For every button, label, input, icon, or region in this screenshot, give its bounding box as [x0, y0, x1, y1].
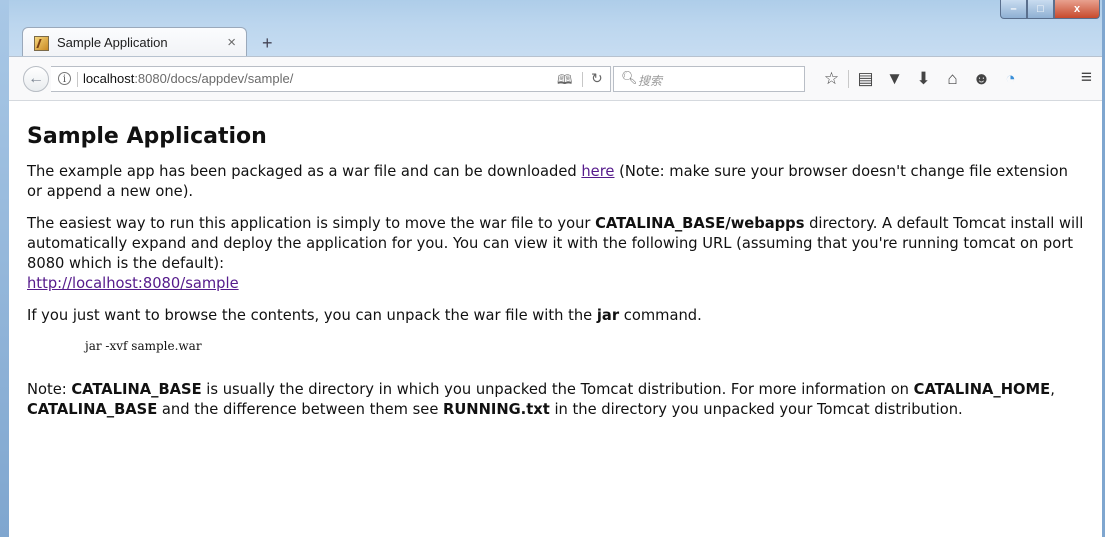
- chat-icon[interactable]: ☻: [967, 67, 996, 91]
- page-content: Sample Application The example app has b…: [27, 122, 1087, 432]
- text: command.: [619, 307, 702, 324]
- url-divider-2: [582, 72, 583, 87]
- close-window-button[interactable]: x: [1054, 0, 1100, 19]
- search-placeholder: 搜索: [638, 74, 663, 88]
- code-block: jar -xvf sample.war: [85, 339, 202, 353]
- reader-view-icon[interactable]: 🕮: [557, 71, 572, 93]
- page-title: Sample Application: [27, 124, 267, 149]
- bold-text: CATALINA_HOME: [913, 381, 1051, 398]
- paragraph-unpack: If you just want to browse the contents,…: [27, 306, 1087, 326]
- window-frame-left: [0, 0, 9, 537]
- text: and the difference between them see: [157, 401, 444, 418]
- bookmarks-list-icon[interactable]: ▤: [851, 67, 880, 91]
- back-icon: ←: [28, 70, 44, 87]
- new-tab-button[interactable]: +: [262, 33, 273, 54]
- sample-url-link[interactable]: http://localhost:8080/sample: [27, 275, 239, 292]
- url-text[interactable]: localhost:8080/docs/appdev/sample/: [83, 71, 293, 86]
- tab-title: Sample Application: [57, 35, 168, 50]
- toolbar-icons: ☆ ▤ ▼ ⬇ ⌂ ☻ ◔: [817, 67, 1025, 91]
- reload-icon[interactable]: ↻: [591, 70, 603, 87]
- search-icon: 🔍︎: [621, 70, 638, 85]
- url-host: localhost: [83, 71, 135, 86]
- text: in the directory you unpacked your Tomca…: [549, 401, 963, 418]
- text: If you just want to browse the contents,…: [27, 307, 597, 324]
- minimize-button[interactable]: –: [1000, 0, 1027, 19]
- text: is usually the directory in which you un…: [201, 381, 914, 398]
- maximize-button[interactable]: □: [1027, 0, 1054, 19]
- tomcat-favicon-icon: [34, 36, 49, 51]
- text: Note:: [27, 381, 72, 398]
- url-bar[interactable]: i localhost:8080/docs/appdev/sample/ 🕮 ↻: [51, 66, 611, 92]
- paragraph-note: Note: CATALINA_BASE is usually the direc…: [27, 380, 1087, 420]
- page-viewport: Sample Application The example app has b…: [9, 101, 1102, 537]
- toolbar-divider: [848, 70, 849, 88]
- bold-text: CATALINA_BASE/webapps: [595, 215, 805, 232]
- navigation-toolbar: ← i localhost:8080/docs/appdev/sample/ 🕮…: [9, 56, 1102, 101]
- text: The easiest way to run this application …: [27, 215, 596, 232]
- pocket-icon[interactable]: ▼: [880, 67, 909, 91]
- bold-text: RUNNING.txt: [443, 401, 550, 418]
- extension-icon[interactable]: ◔: [996, 67, 1025, 91]
- back-button[interactable]: ←: [23, 66, 49, 92]
- bold-text: CATALINA_BASE: [27, 401, 158, 418]
- search-bar[interactable]: 🔍︎ 搜索: [613, 66, 805, 92]
- browser-window: Sample Application × + – □ x ← i localho…: [0, 0, 1105, 537]
- url-path: :8080/docs/appdev/sample/: [134, 71, 294, 86]
- bookmark-star-icon[interactable]: ☆: [817, 67, 846, 91]
- window-controls: – □ x: [1000, 0, 1100, 20]
- url-divider: [77, 72, 78, 87]
- bold-text: jar: [596, 307, 620, 324]
- tab-sample-application[interactable]: Sample Application ×: [22, 27, 247, 57]
- text: ,: [1050, 381, 1055, 398]
- paragraph-download: The example app has been packaged as a w…: [27, 162, 1087, 202]
- download-icon[interactable]: ⬇: [909, 67, 938, 91]
- home-icon[interactable]: ⌂: [938, 67, 967, 91]
- paragraph-run: The easiest way to run this application …: [27, 214, 1087, 294]
- download-link[interactable]: here: [581, 163, 614, 180]
- text: The example app has been packaged as a w…: [27, 163, 582, 180]
- bold-text: CATALINA_BASE: [71, 381, 202, 398]
- tab-close-icon[interactable]: ×: [227, 34, 236, 51]
- menu-icon[interactable]: ≡: [1081, 67, 1092, 89]
- info-icon[interactable]: i: [58, 72, 71, 85]
